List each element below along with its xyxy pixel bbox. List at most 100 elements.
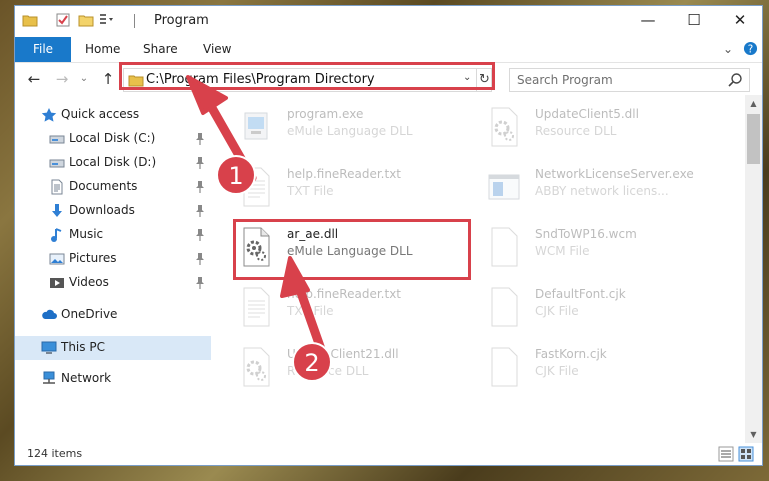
sidebar-item-label: Music <box>69 227 104 241</box>
pin-icon[interactable] <box>194 204 206 218</box>
close-button[interactable]: ✕ <box>717 6 762 36</box>
up-button[interactable]: ↑ <box>97 69 119 89</box>
sidebar-item-pictures[interactable]: Pictures <box>15 247 211 271</box>
navigation-pane: Quick access Local Disk (C:) Local Disk … <box>15 98 211 438</box>
file-name: program.exe <box>287 107 364 121</box>
sidebar-item-label: Local Disk (D:) <box>69 155 157 169</box>
back-button[interactable]: ← <box>23 69 45 89</box>
file-name: DefaultFont.cjk <box>535 287 626 301</box>
tab-home[interactable]: Home <box>85 37 120 62</box>
search-box[interactable] <box>509 68 750 92</box>
sidebar-item-quick-access[interactable]: Quick access <box>15 103 211 127</box>
file-description: Resource DLL <box>535 124 617 138</box>
item-count: 124 items <box>27 447 83 460</box>
file-name: NetworkLicenseServer.exe <box>535 167 694 181</box>
exe-icon <box>244 112 268 140</box>
pin-icon[interactable] <box>194 276 206 290</box>
search-input[interactable] <box>510 69 720 91</box>
file-tile[interactable]: UpdateClient5.dll Resource DLL <box>459 103 689 153</box>
tab-share[interactable]: Share <box>143 37 178 62</box>
recent-locations-button[interactable]: ⌄ <box>73 69 95 89</box>
sidebar-item-label: Local Disk (C:) <box>69 131 156 145</box>
vertical-scrollbar[interactable]: ▲ ▼ <box>745 95 762 443</box>
customize-toolbar-icon[interactable] <box>99 12 115 28</box>
minimize-button[interactable]: — <box>625 6 671 36</box>
sidebar-item-onedrive[interactable]: OneDrive <box>15 303 211 327</box>
file-description: ABBY network licens... <box>535 184 669 198</box>
svg-text:?: ? <box>748 43 753 55</box>
network-icon <box>43 371 55 384</box>
text-file-icon <box>243 167 270 207</box>
pin-icon[interactable] <box>194 132 206 146</box>
sidebar-item-music[interactable]: Music <box>15 223 211 247</box>
file-tile[interactable]: DefaultFont.cjk CJK File <box>459 283 689 333</box>
title-separator <box>134 14 135 28</box>
file-tile[interactable]: help.fineReader.txt TXT File <box>211 283 441 333</box>
drive-icon <box>49 159 65 168</box>
sidebar-item-local-disk-c[interactable]: Local Disk (C:) <box>15 127 211 151</box>
file-name: UpdateClient21.dll <box>287 347 399 361</box>
documents-icon <box>51 179 63 195</box>
help-icon[interactable]: ? <box>743 41 758 56</box>
folder-icon <box>22 15 38 27</box>
file-tile[interactable]: UpdateClient21.dll Resource DLL <box>211 343 441 393</box>
scroll-up-icon[interactable]: ▲ <box>745 95 762 112</box>
maximize-button[interactable]: ☐ <box>671 6 717 36</box>
file-name: FastKorn.cjk <box>535 347 607 361</box>
sidebar-item-downloads[interactable]: Downloads <box>15 199 211 223</box>
sidebar-item-documents[interactable]: Documents <box>15 175 211 199</box>
blank-file-icon <box>491 287 518 327</box>
sidebar-item-videos[interactable]: Videos <box>15 271 211 295</box>
pin-icon[interactable] <box>194 228 206 242</box>
music-icon <box>51 228 62 242</box>
sidebar-item-label: Documents <box>69 179 138 193</box>
file-highlight-box <box>233 219 471 280</box>
window-title: Program <box>154 13 209 28</box>
details-view-icon[interactable] <box>718 446 734 462</box>
new-folder-icon[interactable] <box>78 12 94 28</box>
sidebar-item-label: Quick access <box>61 107 140 121</box>
blank-file-icon <box>491 347 518 387</box>
chevron-down-icon[interactable]: ⌄ <box>723 42 733 56</box>
ribbon: File Home Share View ⌄ ? <box>15 36 762 63</box>
tab-file[interactable]: File <box>15 37 71 62</box>
tiles-view-icon[interactable] <box>738 446 754 462</box>
forward-button[interactable]: → <box>51 69 73 89</box>
text-file-icon <box>243 287 270 327</box>
search-icon[interactable] <box>727 72 743 88</box>
tab-view[interactable]: View <box>203 37 231 62</box>
properties-icon[interactable] <box>55 12 71 28</box>
pin-icon[interactable] <box>194 156 206 170</box>
videos-icon <box>50 278 64 288</box>
sidebar-item-this-pc[interactable]: This PC <box>15 336 211 360</box>
file-description: TXT File <box>287 304 334 318</box>
sidebar-item-local-disk-d[interactable]: Local Disk (D:) <box>15 151 211 175</box>
scroll-down-icon[interactable]: ▼ <box>745 426 762 443</box>
file-description: CJK File <box>535 304 579 318</box>
pin-icon[interactable] <box>194 180 206 194</box>
gear-file-icon <box>491 107 518 147</box>
file-tile[interactable]: help.fineReader.txt TXT File <box>211 163 441 213</box>
title-bar: Program — ☐ ✕ <box>15 6 762 36</box>
pin-icon[interactable] <box>194 252 206 266</box>
file-tile[interactable]: SndToWP16.wcm WCM File <box>459 223 689 273</box>
pictures-icon <box>49 253 65 265</box>
file-description: Resource DLL <box>287 364 369 378</box>
file-name: help.fineReader.txt <box>287 167 401 181</box>
address-highlight-box <box>119 62 495 90</box>
window-file-icon <box>488 174 520 200</box>
file-description: CJK File <box>535 364 579 378</box>
blank-file-icon <box>491 227 518 267</box>
file-description: eMule Language DLL <box>287 124 413 138</box>
file-name: SndToWP16.wcm <box>535 227 637 241</box>
file-tile[interactable]: NetworkLicenseServer.exe ABBY network li… <box>459 163 694 213</box>
file-tile[interactable]: FastKorn.cjk CJK File <box>459 343 689 393</box>
gear-file-icon <box>243 347 270 387</box>
sidebar-item-label: Network <box>61 371 112 385</box>
file-tile[interactable]: program.exe eMule Language DLL <box>211 103 441 153</box>
sidebar-item-network[interactable]: Network <box>15 367 211 391</box>
scrollbar-thumb[interactable] <box>747 114 760 164</box>
download-icon <box>52 204 62 217</box>
sidebar-item-label: OneDrive <box>61 307 118 321</box>
cloud-icon <box>42 309 57 319</box>
